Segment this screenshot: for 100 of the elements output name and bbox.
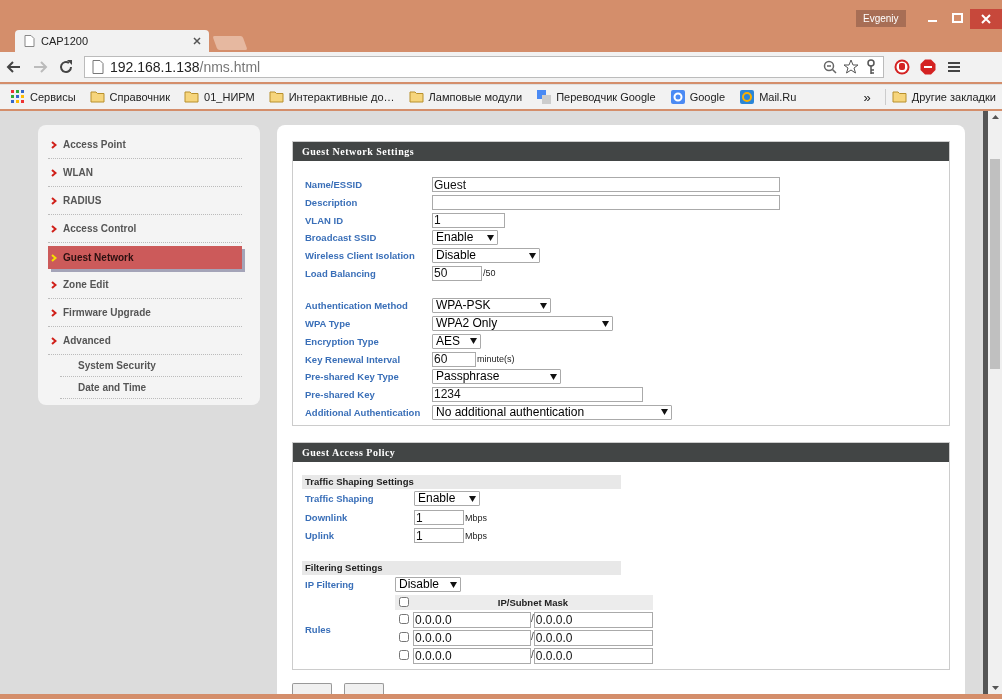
chevron-icon <box>51 196 57 205</box>
chevron-icon <box>51 140 57 149</box>
chevron-icon <box>51 280 57 289</box>
caret-icon <box>469 495 476 502</box>
reload-icon[interactable] <box>58 59 74 75</box>
field-label: Name/ESSID <box>305 179 364 191</box>
dropdown[interactable]: Enable <box>414 491 480 507</box>
checkbox[interactable] <box>399 649 409 660</box>
bookmark[interactable]: Ламповые модули <box>408 89 523 105</box>
input-field[interactable]: 0.0.0.0 <box>533 629 653 646</box>
field-label: Uplink <box>304 530 336 542</box>
bookmark[interactable]: Интерактивные до… <box>268 89 395 105</box>
field-label: Wireless Client Isolation <box>305 250 416 262</box>
chevron-icon <box>51 224 57 233</box>
address-bar[interactable]: 192.168.1.138/nms.html <box>84 56 884 78</box>
input-field[interactable]: 1 <box>432 212 505 228</box>
url-text: 192.168.1.138/nms.html <box>110 59 261 75</box>
dropdown[interactable]: AES <box>432 333 481 349</box>
page-icon <box>91 60 104 74</box>
adblock-icon[interactable] <box>920 59 936 75</box>
sidebar-item[interactable]: Zone Edit <box>48 271 242 299</box>
field-label: VLAN ID <box>305 214 344 226</box>
caret-icon <box>540 302 547 309</box>
profile-name[interactable]: Evgeniy <box>856 10 906 27</box>
input-field[interactable]: 1 <box>414 528 464 544</box>
panel-header: Guest Network Settings <box>293 142 949 161</box>
scroll-up-icon[interactable] <box>991 115 999 119</box>
separator-text: / <box>531 609 534 628</box>
chevron-icon <box>51 168 57 177</box>
cut-off-button[interactable] <box>344 682 384 694</box>
input-field[interactable]: 60 <box>432 351 476 367</box>
dropdown[interactable]: Disable <box>432 248 540 264</box>
apps-grid-icon <box>10 89 26 105</box>
input-field[interactable]: 0.0.0.0 <box>533 611 653 628</box>
dropdown[interactable]: No additional authentication <box>432 404 672 420</box>
scroll-down-icon[interactable] <box>991 686 999 690</box>
dropdown[interactable]: Passphrase <box>432 369 561 385</box>
field-label: Description <box>305 197 359 209</box>
caret-icon <box>661 409 668 416</box>
bookmark[interactable]: Справочник <box>89 89 171 105</box>
scrollbar[interactable] <box>988 111 1002 694</box>
bookmark[interactable]: Сервисы <box>10 89 76 105</box>
star-icon <box>843 59 859 75</box>
sidebar-item[interactable]: Access Control <box>48 215 242 243</box>
bookmark[interactable]: Другие закладки <box>884 89 996 105</box>
caret-icon <box>450 581 457 588</box>
bookmark[interactable]: Google <box>669 89 726 105</box>
sidebar-item[interactable]: Guest Network <box>48 246 242 269</box>
chevron-icon <box>51 336 57 345</box>
caret-icon <box>470 338 477 345</box>
field-label: IP Filtering <box>304 579 355 591</box>
input-field[interactable]: Guest <box>432 177 780 193</box>
input-field[interactable]: 1 <box>414 510 464 526</box>
sidebar-item[interactable]: Firmware Upgrade <box>48 299 242 327</box>
folder-icon <box>268 89 285 105</box>
sidebar-item[interactable]: Advanced <box>48 327 242 355</box>
folder-icon <box>891 89 908 105</box>
field-label: Additional Authentication <box>305 406 422 418</box>
caret-icon <box>529 252 536 259</box>
field-label: Rules <box>304 623 332 635</box>
bookmark[interactable]: Mail.Ru <box>739 89 797 105</box>
dropdown[interactable]: WPA-PSK <box>432 298 551 314</box>
dropdown[interactable]: WPA2 Only <box>432 316 613 332</box>
checkbox[interactable] <box>399 597 409 608</box>
browser-tab[interactable]: CAP1200 <box>15 30 209 52</box>
sidebar-item[interactable]: Access Point <box>48 131 242 159</box>
sidebar-subitem[interactable]: Date and Time <box>60 377 242 399</box>
caret-icon <box>602 320 609 327</box>
section-heading: Filtering Settings <box>302 560 621 575</box>
zoom-out-icon <box>823 60 837 74</box>
folder-icon <box>184 89 201 105</box>
input-field[interactable]: 0.0.0.0 <box>413 629 531 646</box>
cut-off-button[interactable] <box>292 682 332 694</box>
field-label: Traffic Shaping <box>304 493 375 505</box>
sidebar-item[interactable]: WLAN <box>48 159 242 187</box>
input-field[interactable]: 1234 <box>432 386 643 402</box>
key-icon <box>865 59 877 75</box>
input-field[interactable]: 50 <box>432 265 482 281</box>
bookmarks-overflow[interactable]: » <box>863 89 871 105</box>
back-icon[interactable] <box>6 59 22 75</box>
bookmark[interactable]: 01_НИРМ <box>184 89 255 105</box>
sidebar-item[interactable]: RADIUS <box>48 187 242 215</box>
unit-label: /50 <box>483 268 496 279</box>
block-icon[interactable] <box>894 59 910 75</box>
caret-icon <box>487 234 494 241</box>
dropdown[interactable]: Enable <box>432 230 498 246</box>
sidebar-subitem[interactable]: System Security <box>60 355 242 377</box>
folder-icon <box>408 89 425 105</box>
dropdown[interactable]: Disable <box>395 577 461 593</box>
bookmark[interactable]: Переводчик Google <box>536 89 656 105</box>
input-field[interactable]: 0.0.0.0 <box>413 647 531 664</box>
checkbox[interactable] <box>399 631 409 642</box>
checkbox[interactable] <box>399 613 409 624</box>
close-icon[interactable] <box>970 9 1002 29</box>
input-field[interactable]: 0.0.0.0 <box>533 647 653 664</box>
input-field[interactable] <box>432 195 780 211</box>
input-field[interactable]: 0.0.0.0 <box>413 611 531 628</box>
menu-icon[interactable] <box>946 59 962 75</box>
scrollbar-thumb[interactable] <box>990 159 1000 369</box>
google-icon <box>669 89 686 105</box>
